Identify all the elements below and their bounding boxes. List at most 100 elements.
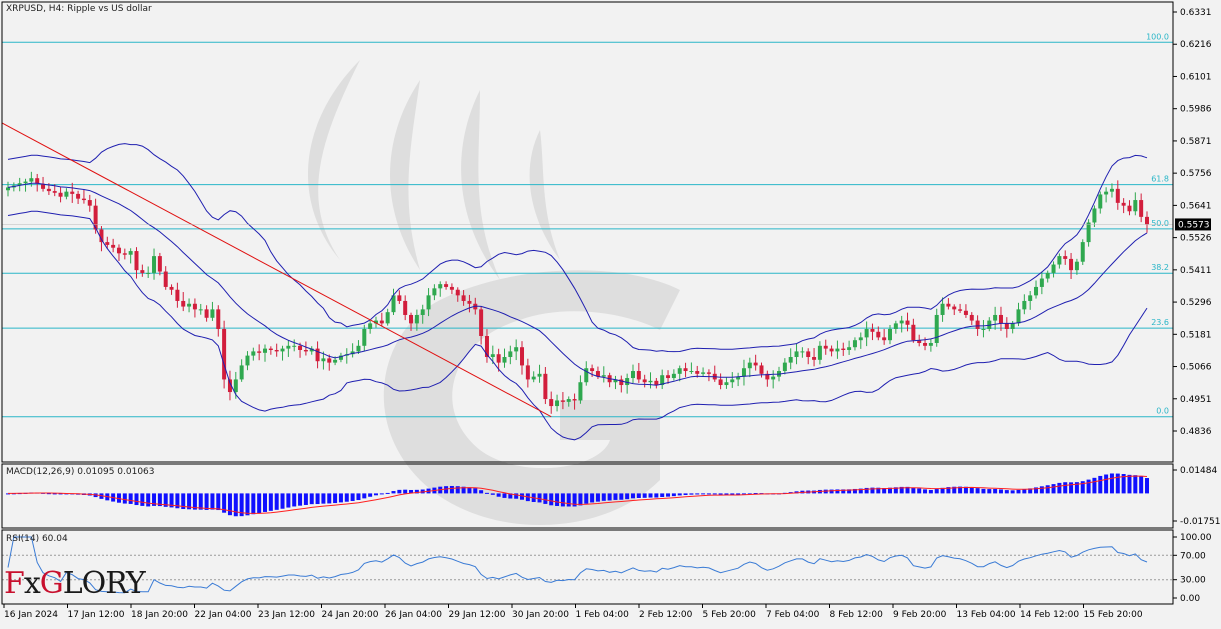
candle-body bbox=[409, 314, 414, 324]
candle-body bbox=[666, 375, 671, 379]
candle-body bbox=[490, 354, 495, 358]
candle-body bbox=[467, 300, 472, 304]
candle-body bbox=[1092, 208, 1097, 223]
candle-body bbox=[882, 337, 887, 341]
macd-bar bbox=[268, 493, 273, 511]
candle-body bbox=[233, 379, 238, 393]
candle-body bbox=[414, 314, 419, 324]
candle-body bbox=[1004, 323, 1009, 329]
macd-bar bbox=[1098, 475, 1103, 494]
candle-body bbox=[788, 357, 793, 363]
candle-body bbox=[812, 357, 817, 360]
candle-body bbox=[771, 376, 776, 380]
macd-bar bbox=[1045, 485, 1050, 494]
y-tick-label: 0.5526 bbox=[1180, 234, 1212, 244]
candle-body bbox=[893, 323, 898, 329]
rsi-y-tick-label: 0.00 bbox=[1180, 594, 1200, 604]
macd-bar bbox=[630, 493, 635, 499]
candle-body bbox=[958, 309, 963, 311]
x-tick-label: 16 Jan 2024 bbox=[4, 610, 58, 620]
macd-bar bbox=[555, 493, 560, 506]
x-tick-label: 1 Feb 04:00 bbox=[576, 610, 630, 620]
macd-bar bbox=[134, 493, 139, 506]
candle-body bbox=[1115, 188, 1120, 203]
macd-bar bbox=[257, 493, 262, 514]
macd-bar bbox=[385, 492, 390, 494]
macd-bar bbox=[1139, 476, 1144, 494]
macd-bar bbox=[671, 493, 676, 497]
candle-body bbox=[455, 289, 460, 296]
x-tick-label: 23 Jan 12:00 bbox=[258, 610, 315, 620]
macd-bar bbox=[601, 493, 606, 501]
macd-bar bbox=[356, 493, 361, 501]
candle-body bbox=[449, 286, 454, 290]
macd-bar bbox=[128, 493, 133, 504]
candle-body bbox=[1063, 256, 1068, 259]
macd-bar bbox=[584, 493, 589, 504]
candle-body bbox=[1045, 272, 1050, 279]
candle-body bbox=[479, 309, 484, 336]
macd-bar bbox=[502, 493, 507, 498]
macd-bar bbox=[607, 493, 612, 501]
x-tick-label: 15 Feb 20:00 bbox=[1084, 610, 1143, 620]
candle-body bbox=[23, 181, 28, 184]
candle-body bbox=[315, 348, 320, 362]
x-tick-label: 24 Jan 20:00 bbox=[322, 610, 379, 620]
macd-bar bbox=[362, 493, 367, 499]
y-tick-label: 0.5986 bbox=[1180, 105, 1212, 115]
macd-bar bbox=[654, 493, 659, 498]
candle-body bbox=[952, 306, 957, 310]
candle-body bbox=[76, 193, 81, 199]
macd-bar bbox=[549, 493, 554, 506]
y-tick-label: 0.6216 bbox=[1180, 40, 1212, 50]
candle-body bbox=[333, 359, 338, 363]
candle-body bbox=[1121, 202, 1126, 206]
macd-bar bbox=[660, 493, 665, 497]
macd-bar bbox=[1069, 482, 1074, 494]
y-tick-label: 0.5756 bbox=[1180, 169, 1212, 179]
macd-y-tick-label: 0.01484 bbox=[1180, 466, 1217, 476]
candle-body bbox=[263, 348, 268, 353]
x-tick-label: 18 Jan 20:00 bbox=[131, 610, 188, 620]
x-tick-label: 22 Jan 04:00 bbox=[195, 610, 252, 620]
candle-body bbox=[911, 324, 916, 341]
candle-body bbox=[508, 351, 513, 358]
macd-bar bbox=[706, 493, 711, 495]
candle-body bbox=[706, 372, 711, 374]
macd-bar bbox=[496, 493, 501, 497]
candle-body bbox=[940, 303, 945, 315]
candle-body bbox=[549, 399, 554, 407]
candle-body bbox=[58, 192, 63, 197]
candle-body bbox=[724, 382, 729, 386]
candle-body bbox=[677, 368, 682, 374]
candle-body bbox=[356, 345, 361, 352]
y-tick-label: 0.5871 bbox=[1180, 137, 1212, 147]
x-tick-label: 5 Feb 20:00 bbox=[703, 610, 757, 620]
candle-body bbox=[1034, 286, 1039, 296]
y-tick-label: 0.5641 bbox=[1180, 201, 1212, 211]
candle-body bbox=[426, 295, 431, 310]
candle-body bbox=[245, 355, 250, 366]
candle-body bbox=[1145, 216, 1149, 225]
x-tick-label: 9 Feb 20:00 bbox=[893, 610, 947, 620]
candle-body bbox=[514, 347, 519, 352]
macd-bar bbox=[975, 488, 980, 494]
y-tick-label: 0.5296 bbox=[1180, 298, 1212, 308]
macd-bar bbox=[666, 493, 671, 497]
macd-bar bbox=[1010, 490, 1015, 494]
macd-bar bbox=[490, 493, 495, 495]
macd-bar bbox=[560, 493, 565, 507]
chart-svg: 100.0 61.8 50.0 38.2 23.6 0.0 0.6331 0.6216 0.6… bbox=[1, 1, 1220, 620]
x-tick-label: 26 Jan 04:00 bbox=[385, 610, 442, 620]
candle-body bbox=[975, 320, 980, 329]
rsi-line bbox=[7, 536, 1148, 594]
candle-body bbox=[800, 351, 805, 353]
macd-bar bbox=[683, 493, 688, 495]
candle-body bbox=[175, 289, 180, 301]
macd-bar bbox=[1086, 479, 1091, 494]
rsi-label: RSI(14) 60.04 bbox=[6, 534, 68, 544]
candle-body bbox=[858, 337, 863, 341]
candle-body bbox=[163, 271, 168, 287]
y-tick-label: 0.5181 bbox=[1180, 330, 1212, 340]
macd-bar bbox=[566, 493, 571, 507]
